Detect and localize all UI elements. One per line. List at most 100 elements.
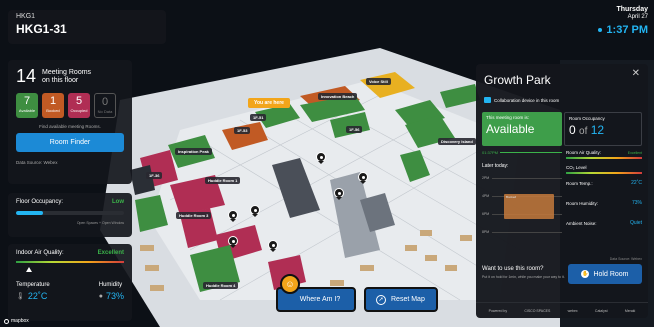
room-air-quality-scale <box>566 157 642 159</box>
map-label-huddle-room-4[interactable]: Huddle Room 4 <box>203 282 239 289</box>
room-air-quality-label: Room Air Quality: <box>566 150 602 155</box>
floor-occupancy-note: Open Spaces + Open Window <box>76 221 124 225</box>
humidity-label: Humidity <box>98 282 123 288</box>
reset-map-label: Reset Map <box>391 296 425 303</box>
map-label-1f-36[interactable]: 1F-36 <box>146 172 163 179</box>
temperature-value: 22˚C <box>27 291 48 301</box>
room-humidity-label: Room Humidity: <box>566 200 599 206</box>
air-quality-label: Indoor Air Quality: <box>16 250 64 256</box>
status-available: 7 Available <box>16 93 38 118</box>
collab-device-note: Collaboration device in this room <box>484 97 559 103</box>
map-label-huddle-room-3[interactable]: Huddle Room 3 <box>176 212 212 219</box>
map-pin-icon[interactable] <box>358 172 368 184</box>
floor-occupancy-fill <box>16 211 43 215</box>
live-dot-icon <box>598 28 603 32</box>
map-label-huddle-room-1[interactable]: Huddle Room 1 <box>205 177 241 184</box>
map-label-1f-53[interactable]: 1F-53 <box>234 127 251 134</box>
room-title: Growth Park <box>484 73 551 87</box>
room-co2-scale <box>566 172 642 174</box>
room-occupancy-label: Room Occupancy <box>569 116 605 121</box>
room-occupancy-tile: Room Occupancy 0 of 12 <box>564 112 642 146</box>
map-label-1f-56[interactable]: 1F-56 <box>346 126 363 133</box>
room-co2: CO₂ Level <box>566 165 642 170</box>
status-no-data-label: No Data <box>97 109 113 114</box>
room-status-label: This meeting room is: <box>486 115 530 120</box>
floor-occupancy-label: Floor Occupancy: <box>16 199 64 205</box>
map-label-inspiration-peak[interactable]: Inspiration Peak <box>175 148 212 155</box>
temperature-label: Temperature <box>16 282 50 288</box>
map-pin-icon[interactable] <box>268 240 278 252</box>
room-header: HKG1 HKG1-31 <box>8 10 166 44</box>
humidity-stat: Humidity ● 73% <box>99 282 124 301</box>
map-label-discovery-island[interactable]: Discovery Island <box>438 138 476 145</box>
schedule-time: 8PM <box>482 230 490 234</box>
room-detail-panel: ✕ Growth Park Collaboration device in th… <box>476 64 648 318</box>
floor-occupancy-panel: Floor Occupancy: Low Open Spaces + Open … <box>8 193 132 237</box>
status-booked-label: Booked <box>46 108 60 113</box>
reset-map-button[interactable]: ➚ Reset Map <box>364 287 438 312</box>
where-am-i-label: Where Am I? <box>299 296 341 303</box>
data-source-text: Data Source: Webex <box>16 160 58 165</box>
floor-code: HKG1 <box>16 13 36 20</box>
temperature-stat: Temperature 🌡 22˚C <box>16 282 50 301</box>
map-pin-icon[interactable] <box>334 188 344 200</box>
room-metrics: Room Air Quality: Excellent CO₂ Level Ro… <box>566 150 642 226</box>
hold-room-label: Hold Room <box>593 270 629 278</box>
map-label-voice-still[interactable]: Voice Still <box>366 78 391 85</box>
map-label-1f-51[interactable]: 1F-51 <box>250 114 267 121</box>
use-room-title: Want to use this room? <box>482 266 544 272</box>
room-temp-label: Room Temp.: <box>566 180 593 186</box>
schedule-now-label: 01:37PM <box>482 150 499 155</box>
room-occupancy-capacity: 12 <box>590 123 605 137</box>
datetime-display: Thursday April 27 1:37 PM <box>598 6 648 36</box>
meeting-room-label-line1: Meeting Rooms <box>42 68 92 76</box>
room-noise: Ambient Noise: Quiet <box>566 220 642 226</box>
room-status-value: Available <box>486 122 535 136</box>
map-pin-icon[interactable] <box>228 236 238 248</box>
map-pin-icon[interactable] <box>316 152 326 164</box>
mapbox-attribution[interactable]: mapbox <box>4 318 29 324</box>
schedule-booking-block[interactable]: Booked <box>504 194 554 219</box>
status-occupied-count: 5 <box>75 95 83 107</box>
room-occupancy-current: 0 <box>569 123 576 137</box>
schedule-time: 4PM <box>482 194 490 198</box>
use-room-description: Put it on hold for 1min, while you make … <box>482 275 565 279</box>
air-quality-value: Excellent <box>97 250 124 256</box>
room-status-tile: This meeting room is: Available <box>482 112 562 146</box>
find-rooms-text: Find available meeting Rooms. <box>39 124 101 129</box>
room-data-source: Data Source: Webex <box>609 257 642 261</box>
map-pin-icon[interactable] <box>228 210 238 222</box>
webex-device-icon <box>484 97 491 103</box>
floor-occupancy-bar <box>16 211 124 215</box>
partner-logos: Powered by CISCO SPACES webex Catalyst M… <box>476 302 648 318</box>
mapbox-logo-icon <box>4 318 9 324</box>
catalyst-logo: Catalyst <box>594 308 608 313</box>
floor-occupancy-value: Low <box>112 199 124 205</box>
date-label: April 27 <box>627 14 648 20</box>
map-label-innovation-beach[interactable]: Innovation Beach <box>318 93 358 100</box>
meeting-room-count: 14 <box>16 66 37 86</box>
droplet-icon: ● <box>98 292 103 300</box>
thermometer-icon: 🌡 <box>16 293 25 300</box>
room-finder-button[interactable]: Room Finder <box>16 133 124 152</box>
map-actions: Where Am I? ➚ Reset Map <box>276 287 438 312</box>
room-temp-value: 22˚C <box>631 180 642 186</box>
room-noise-value: Quiet <box>630 220 642 226</box>
cisco-spaces-logo: CISCO SPACES <box>524 308 551 313</box>
day-label: Thursday <box>616 6 648 13</box>
air-quality-marker-icon <box>26 267 32 272</box>
compass-icon: ➚ <box>376 294 386 305</box>
schedule-time: 2PM <box>482 176 490 180</box>
status-no-data: 0 No Data <box>94 93 116 118</box>
time-label: 1:37 PM <box>598 24 648 36</box>
room-co2-label: CO₂ Level <box>566 165 587 170</box>
close-icon[interactable]: ✕ <box>632 68 640 79</box>
room-air-quality: Room Air Quality: Excellent <box>566 150 642 155</box>
hold-room-button[interactable]: ✋ Hold Room <box>568 264 642 284</box>
room-code: HKG1-31 <box>16 22 67 36</box>
humidity-value: 73% <box>105 291 124 301</box>
rooms-summary-panel: 14 Meeting Rooms on this floor 7 Availab… <box>8 60 132 184</box>
map-pin-icon[interactable] <box>250 205 260 217</box>
room-humidity-value: 73% <box>631 200 642 206</box>
status-booked: 1 Booked <box>42 93 64 118</box>
